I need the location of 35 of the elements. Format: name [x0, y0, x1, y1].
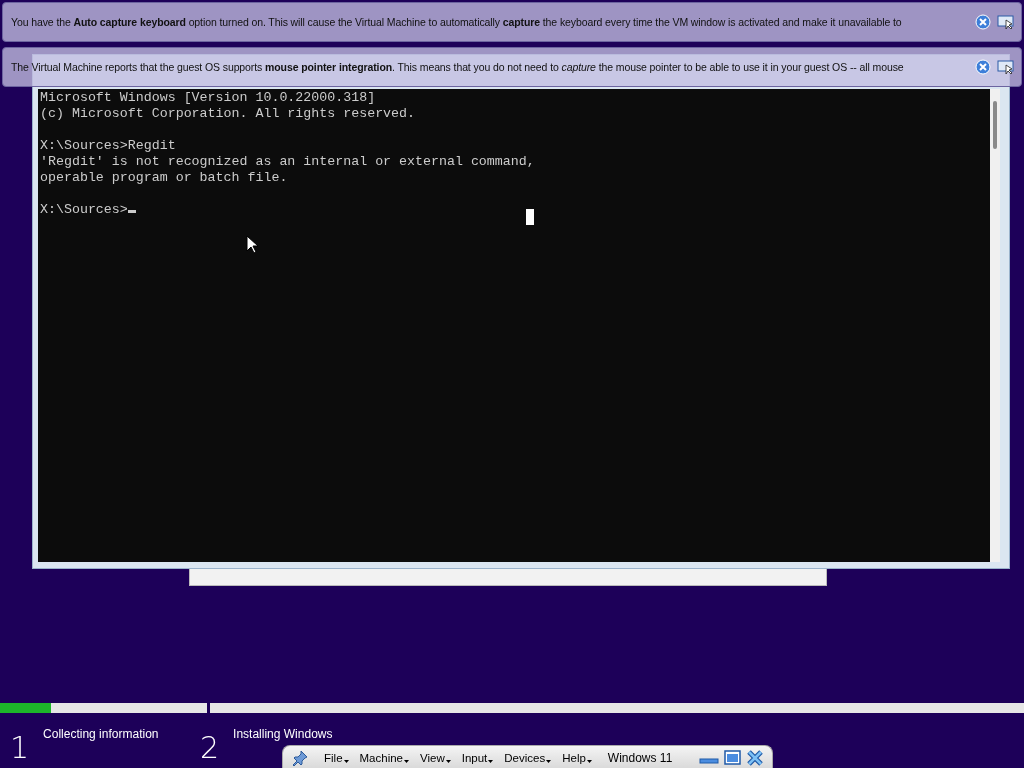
console-line: X:\Sources> — [40, 202, 128, 217]
screen-pointer-icon[interactable] — [997, 14, 1015, 30]
caret-icon — [586, 759, 592, 763]
pin-icon[interactable] — [291, 748, 309, 767]
menu-button[interactable]: Devices — [495, 751, 554, 764]
text-cursor-icon — [526, 209, 534, 225]
restore-icon[interactable] — [724, 749, 743, 766]
scrollbar[interactable] — [990, 89, 1000, 562]
console-line: (c) Microsoft Corporation. All rights reserved. — [40, 106, 416, 121]
menu-button[interactable]: File — [315, 751, 351, 764]
notification-text: You have the Auto capture keyboard option turned on. This will cause the Virtual Machine to automatically capture the keyboard every time the VM window is activated and make it unavailable to — [11, 16, 903, 28]
vm-name: Windows 11 — [607, 750, 673, 765]
screen-pointer-icon[interactable] — [997, 59, 1015, 75]
step-number: 1 — [10, 733, 30, 763]
caret-icon — [445, 759, 451, 763]
menu-button[interactable]: Input — [452, 751, 496, 764]
caret-icon — [404, 759, 409, 763]
console-line: 'Regdit' is not recognized as an internal or external command, — [40, 154, 535, 169]
mouse-pointer-icon — [246, 235, 258, 254]
menu-button[interactable]: View — [411, 751, 453, 764]
console-line: Microsoft Windows [Version 10.0.22000.318] — [40, 90, 376, 105]
console-line: X:\Sources>Regdit — [40, 138, 176, 153]
close-icon[interactable] — [746, 749, 765, 766]
caret-icon — [343, 759, 349, 763]
step-label: Collecting information — [43, 727, 159, 741]
menu-button[interactable]: Help — [553, 751, 594, 764]
notification-text: The Virtual Machine reports that the guest OS supports mouse pointer integration. This means that you do not need to capture the mouse pointer to be able to use it in your guest OS -- all mouse — [11, 61, 905, 73]
console-cursor-icon — [127, 210, 136, 213]
scrollbar-thumb[interactable] — [993, 101, 997, 149]
step-label: Installing Windows — [233, 727, 333, 741]
menu-button[interactable]: Machine — [350, 751, 411, 764]
console-line: operable program or batch file. — [40, 170, 288, 185]
caret-icon — [488, 759, 494, 763]
caret-icon — [546, 759, 552, 763]
step-number: 2 — [200, 733, 220, 763]
